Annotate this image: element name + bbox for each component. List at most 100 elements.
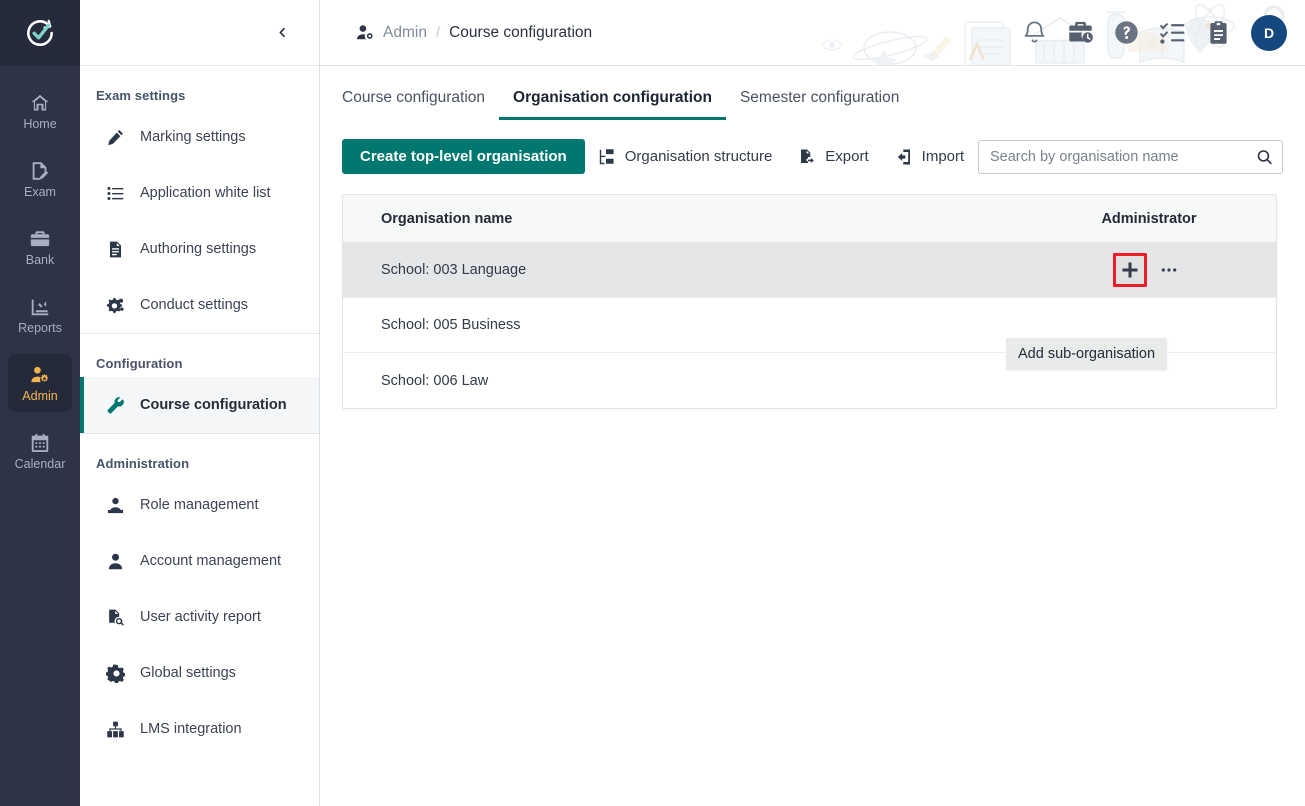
rail-item-label: Admin <box>22 388 58 403</box>
app-root: Home Exam Bank Reports Admin Calendar Ex… <box>0 0 1305 806</box>
organisation-structure-button[interactable]: Organisation structure <box>585 139 786 174</box>
row-more-button[interactable] <box>1153 254 1185 286</box>
sidebar-item-role-management[interactable]: Role management <box>80 477 319 533</box>
import-icon <box>895 148 913 166</box>
sidebar-group-title: Administration <box>96 456 190 471</box>
rail-item-calendar[interactable]: Calendar <box>8 422 72 480</box>
app-logo[interactable] <box>0 0 80 66</box>
bell-icon[interactable] <box>1021 19 1048 46</box>
sidebar-item-course-configuration[interactable]: Course configuration <box>80 377 319 433</box>
sidebar-item-account-management[interactable]: Account management <box>80 533 319 589</box>
action-toolbar: Create top-level organisation Organisati… <box>342 139 1283 174</box>
sidebar-item-lms-integration[interactable]: LMS integration <box>80 701 319 757</box>
list-icon <box>104 184 126 203</box>
sidebar-item-label: Authoring settings <box>140 241 257 257</box>
export-button[interactable]: Export <box>785 139 881 174</box>
sidebar-item-label: User activity report <box>140 609 261 625</box>
sidebar-group-configuration: Configuration Course configuration <box>80 333 319 433</box>
create-top-level-organisation-button[interactable]: Create top-level organisation <box>342 139 585 174</box>
avatar[interactable]: D <box>1251 14 1287 51</box>
sidebar-group-administration: Administration Role management Account m… <box>80 433 319 757</box>
sidebar-group-exam-settings: Exam settings Marking settings Applicati… <box>80 66 319 333</box>
breadcrumb-separator: / <box>435 24 441 41</box>
row-actions <box>1044 253 1254 287</box>
sidebar-item-label: Marking settings <box>140 129 246 145</box>
header-actions: D <box>1021 14 1305 51</box>
organisation-structure-label: Organisation structure <box>624 148 773 165</box>
breadcrumb-root[interactable]: Admin <box>383 24 427 42</box>
search-input[interactable] <box>978 139 1283 174</box>
gears-icon <box>104 296 126 315</box>
sidebar-item-label: Application white list <box>140 185 271 201</box>
primary-nav-rail: Home Exam Bank Reports Admin Calendar <box>0 0 80 806</box>
sidebar-item-application-white-list[interactable]: Application white list <box>80 165 319 221</box>
sidebar-item-label: Global settings <box>140 665 236 681</box>
sidebar-item-label: Account management <box>140 553 282 569</box>
tab-semester-configuration[interactable]: Semester configuration <box>726 89 913 120</box>
chevron-left-icon[interactable] <box>271 22 293 44</box>
column-header-administrator: Administrator <box>1101 210 1197 227</box>
role-user-icon <box>104 496 126 515</box>
sidebar-item-label: Conduct settings <box>140 297 249 313</box>
lms-icon <box>104 720 126 739</box>
sidebar-group-title: Exam settings <box>96 88 186 103</box>
sidebar-group-title: Configuration <box>96 356 183 371</box>
sidebar-item-label: LMS integration <box>140 721 242 737</box>
org-structure-icon <box>598 148 616 166</box>
rail-item-admin[interactable]: Admin <box>8 354 72 412</box>
sidebar-item-authoring-settings[interactable]: Authoring settings <box>80 221 319 277</box>
sidebar-item-label: Role management <box>140 497 259 513</box>
top-header: Admin / Course configuration D <box>320 0 1305 66</box>
sidebar-item-label: Course configuration <box>140 397 287 413</box>
home-icon <box>29 92 51 114</box>
sidebar-item-user-activity-report[interactable]: User activity report <box>80 589 319 645</box>
column-header-organisation-name: Organisation name <box>381 210 513 227</box>
rail-item-label: Calendar <box>14 456 66 471</box>
import-label: Import <box>921 148 965 165</box>
sidebar-header <box>80 0 319 66</box>
organisation-table: Organisation name Administrator School: … <box>342 194 1277 409</box>
rail-item-exam[interactable]: Exam <box>8 150 72 208</box>
sidebar-item-conduct-settings[interactable]: Conduct settings <box>80 277 319 333</box>
secondary-sidebar: Exam settings Marking settings Applicati… <box>80 0 320 806</box>
page-content: Course configuration Organisation config… <box>320 66 1305 806</box>
organisation-name-cell: School: 003 Language <box>381 262 527 278</box>
pencil-icon <box>104 128 126 147</box>
rail-item-label: Home <box>23 116 57 131</box>
briefcase-clock-icon[interactable] <box>1067 19 1094 46</box>
export-icon <box>798 148 816 166</box>
reports-icon <box>31 299 49 315</box>
rail-item-home[interactable]: Home <box>8 82 72 140</box>
table-header: Organisation name Administrator <box>343 195 1276 243</box>
document-icon <box>104 240 126 259</box>
help-circle-icon[interactable] <box>1113 19 1140 46</box>
clipboard-icon[interactable] <box>1205 19 1232 46</box>
organisation-name-cell: School: 006 Law <box>381 372 489 389</box>
ellipsis-icon <box>1161 268 1177 272</box>
main-area: Admin / Course configuration D Course co… <box>320 0 1305 806</box>
sidebar-item-global-settings[interactable]: Global settings <box>80 645 319 701</box>
tooltip-add-sub-organisation: Add sub-organisation <box>1006 338 1168 370</box>
rail-item-reports[interactable]: Reports <box>8 286 72 344</box>
tab-organisation-configuration[interactable]: Organisation configuration <box>499 89 726 120</box>
tab-course-configuration[interactable]: Course configuration <box>342 89 499 120</box>
user-icon <box>104 552 126 571</box>
table-row[interactable]: School: 003 Language <box>343 243 1276 298</box>
check-circle-arrow-logo-icon <box>27 19 53 46</box>
add-sub-organisation-button[interactable] <box>1113 253 1147 287</box>
exam-icon <box>29 160 51 182</box>
checklist-icon[interactable] <box>1159 19 1186 46</box>
document-search-icon <box>104 608 126 627</box>
rail-item-bank[interactable]: Bank <box>8 218 72 276</box>
sidebar-item-marking-settings[interactable]: Marking settings <box>80 109 319 165</box>
wrench-icon <box>104 396 126 415</box>
rail-item-list: Home Exam Bank Reports Admin Calendar <box>0 66 80 490</box>
rail-item-label: Bank <box>25 252 55 267</box>
search-field-wrapper <box>978 139 1283 174</box>
plus-icon <box>1122 262 1138 278</box>
bank-icon <box>29 228 51 250</box>
gear-icon <box>104 664 126 683</box>
import-button[interactable]: Import <box>882 139 978 174</box>
tab-bar: Course configuration Organisation config… <box>342 88 1283 120</box>
avatar-initial: D <box>1263 24 1275 41</box>
